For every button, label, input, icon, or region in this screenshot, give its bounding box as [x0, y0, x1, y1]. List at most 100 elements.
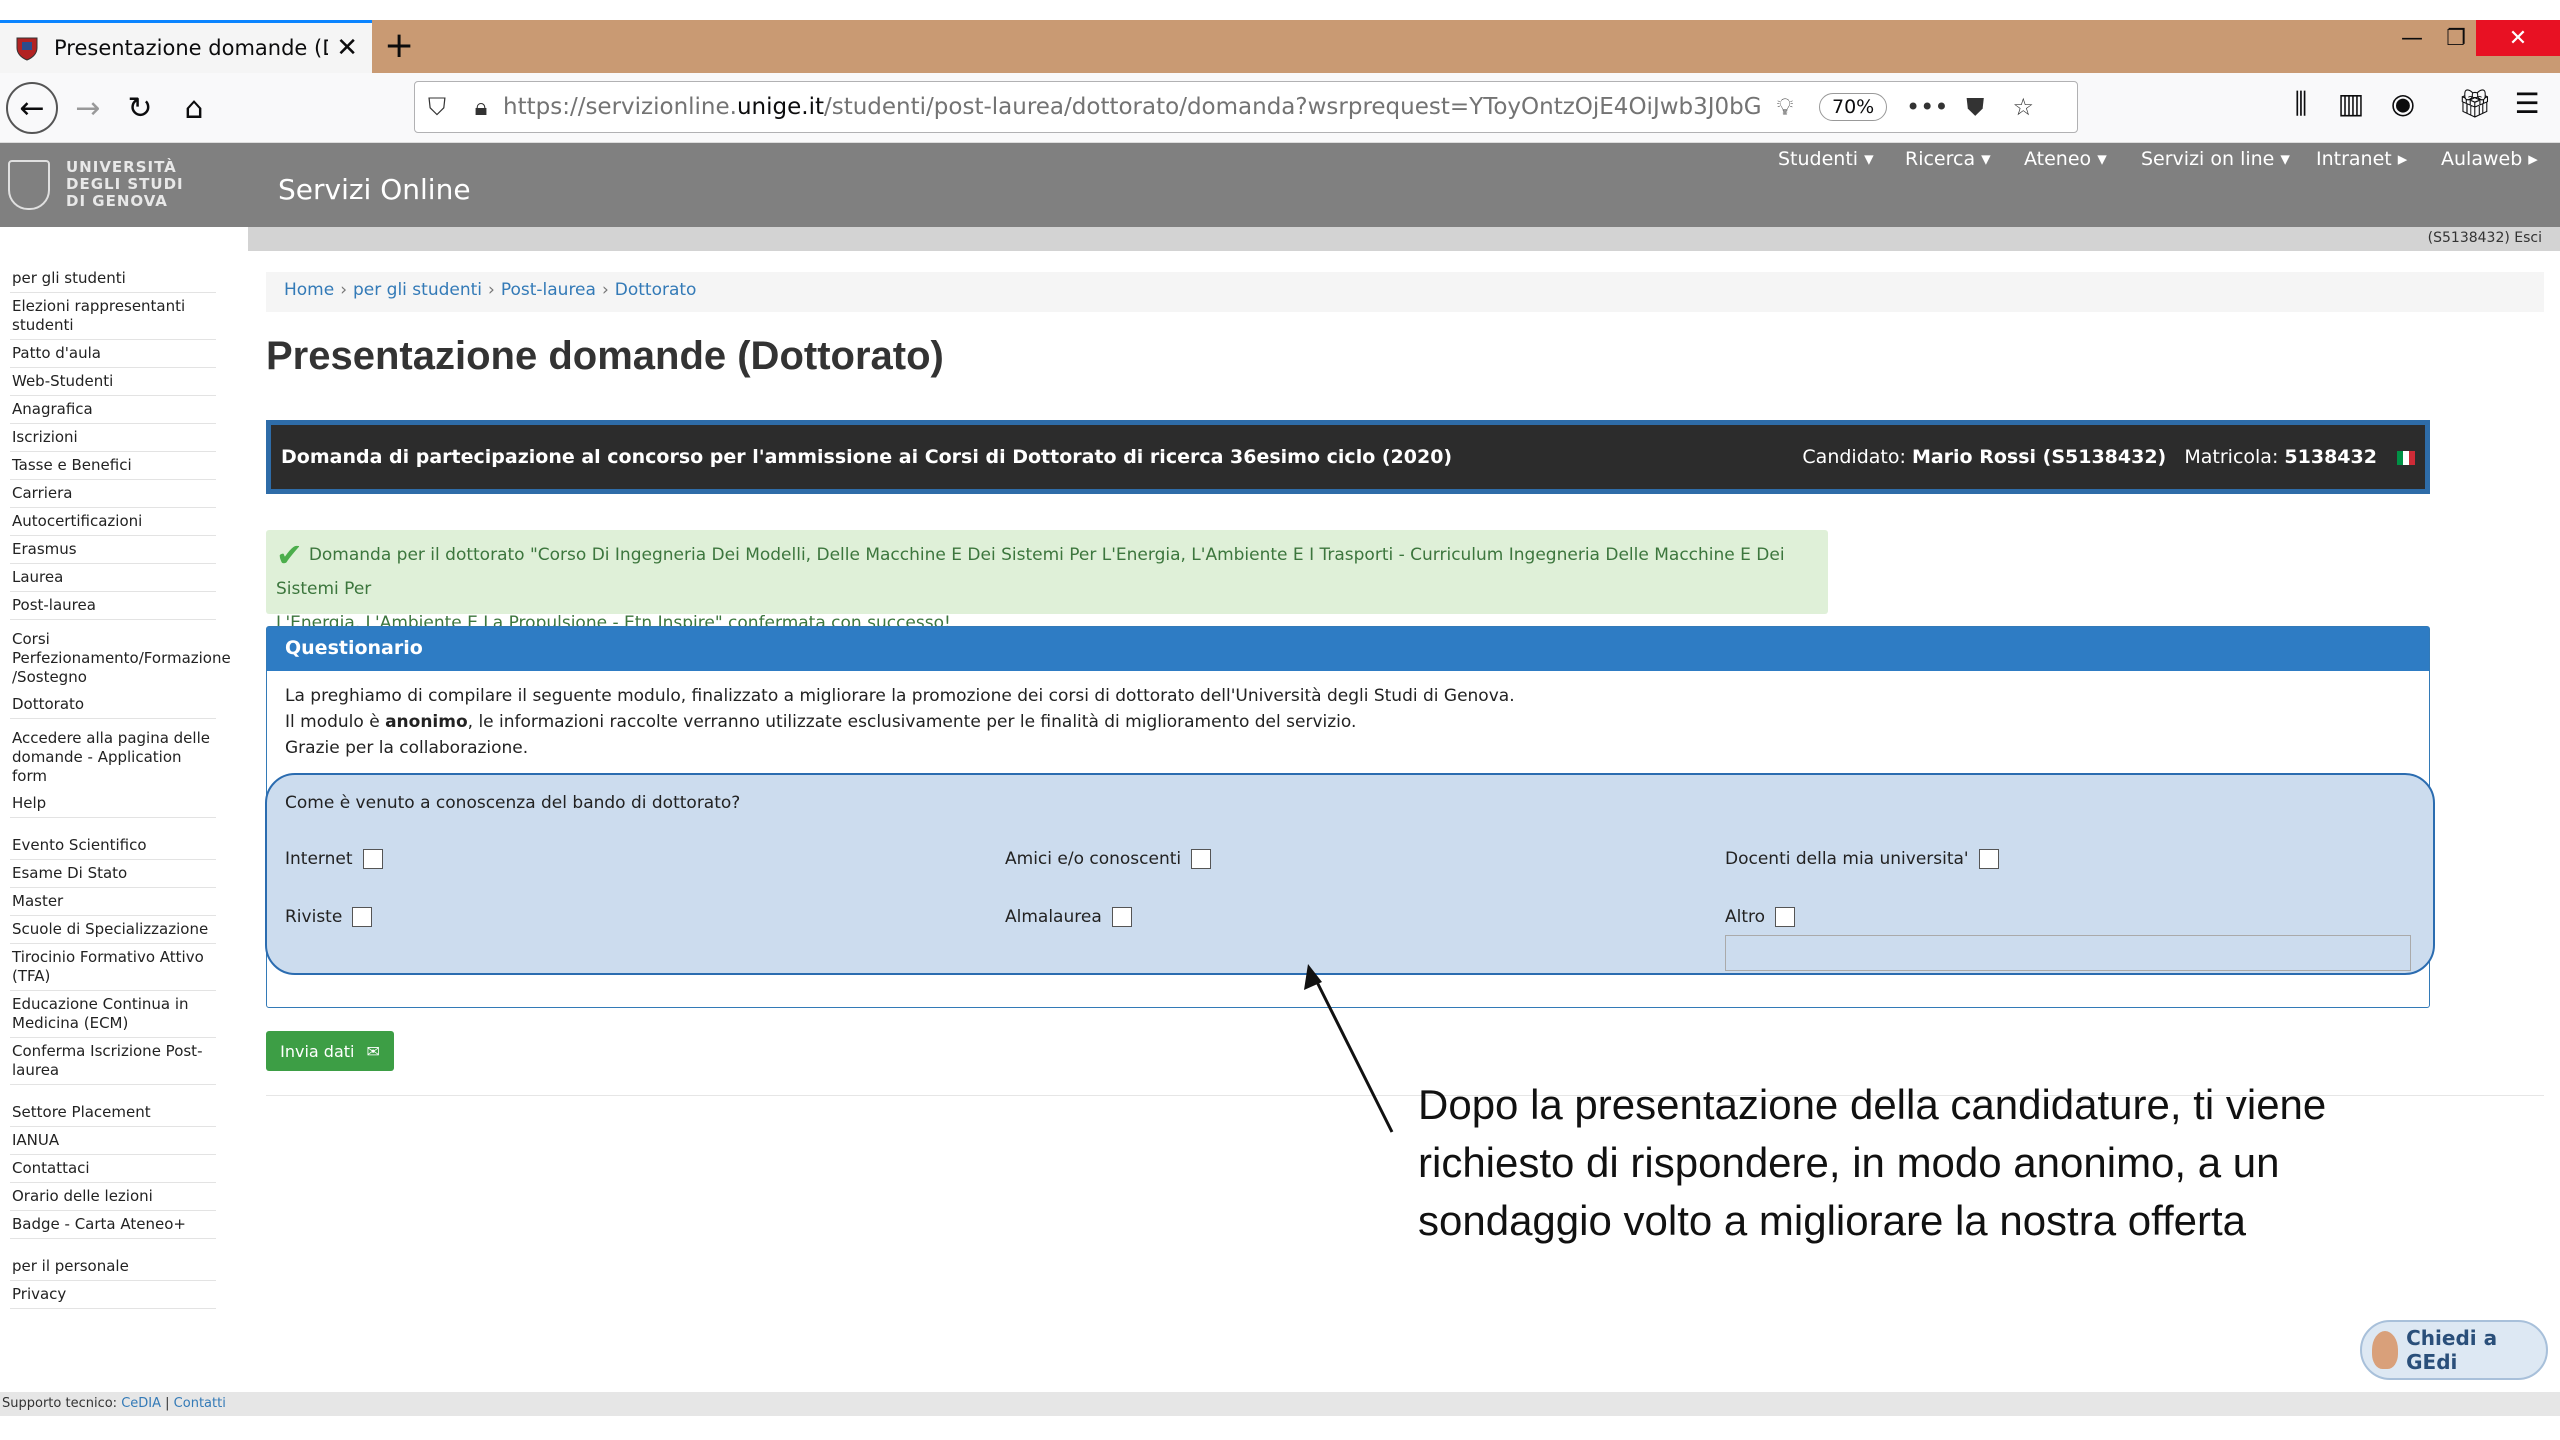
url-text[interactable]: https://servizionline.unige.it/studenti/… [503, 94, 1761, 120]
chat-assistant-button[interactable]: Chiedi a GEdi [2360, 1320, 2548, 1380]
question-text: Come è venuto a conoscenza del bando di … [285, 793, 741, 813]
browser-tab[interactable]: Presentazione domande (Dottorato) ✕ [0, 20, 372, 73]
lock-icon[interactable]: 🔒︎ [459, 93, 503, 121]
italian-flag-icon[interactable] [2397, 450, 2415, 465]
sidebar-item-application-form[interactable]: Accedere alla pagina delle domande - App… [10, 725, 216, 790]
breadcrumb-post-laurea[interactable]: Post-laurea [501, 280, 596, 300]
menu-ricerca[interactable]: Ricerca ▾ [1905, 148, 1991, 170]
sidebar-item-conferma-iscrizione[interactable]: Conferma Iscrizione Post-laurea [10, 1038, 216, 1085]
university-logo[interactable]: UNIVERSITÀ DEGLI STUDI DI GENOVA [8, 159, 184, 210]
menu-intranet[interactable]: Intranet ▸ [2316, 148, 2407, 170]
logo-line-2: DEGLI STUDI [66, 175, 184, 193]
sidebar-item-evento-scientifico[interactable]: Evento Scientifico [10, 832, 216, 860]
option-riviste[interactable]: Riviste [285, 907, 373, 927]
menu-aulaweb[interactable]: Aulaweb ▸ [2441, 148, 2538, 170]
footer-link-cedia[interactable]: CeDIA [121, 1396, 161, 1411]
new-tab-icon[interactable]: + [384, 26, 414, 66]
sidebar-item-orario-lezioni[interactable]: Orario delle lezioni [10, 1183, 216, 1211]
browser-navbar: ← → ↻ ⌂ ⛉ 🔒︎ https://servizionline.unige… [0, 73, 2560, 143]
checkbox-amici[interactable] [1191, 849, 1212, 869]
sidebar-item-iscrizioni[interactable]: Iscrizioni [10, 424, 216, 452]
checkbox-almalaurea[interactable] [1111, 907, 1132, 927]
questionnaire-panel: Questionario La preghiamo di compilare i… [265, 626, 2435, 1008]
sidebar-item-scuole-specializzazione[interactable]: Scuole di Specializzazione [10, 916, 216, 944]
user-bar: (S5138432) Esci [248, 227, 2560, 251]
checkmark-icon: ✔ [276, 536, 303, 574]
sidebar-item-dottorato[interactable]: Dottorato [10, 691, 216, 719]
sidebar-item-elezioni[interactable]: Elezioni rappresentanti studenti [10, 293, 216, 340]
logout-link[interactable]: (S5138432) Esci [2428, 230, 2542, 246]
breadcrumb-per-gli-studenti[interactable]: per gli studenti [353, 280, 482, 300]
sidebar-item-patto-aula[interactable]: Patto d'aula [10, 340, 216, 368]
back-arrow-icon[interactable]: ← [6, 82, 58, 134]
sidebar-item-tfa[interactable]: Tirocinio Formativo Attivo (TFA) [10, 944, 216, 991]
menu-servizi-online[interactable]: Servizi on line ▾ [2141, 148, 2290, 170]
unige-favicon-icon [16, 37, 38, 61]
hamburger-menu-icon[interactable]: ☰ [2506, 87, 2548, 120]
sidebar-item-help[interactable]: Help [10, 790, 216, 818]
option-almalaurea[interactable]: Almalaurea [1005, 907, 1132, 927]
matricola-value: 5138432 [2284, 446, 2377, 468]
checkbox-internet[interactable] [362, 849, 383, 869]
breadcrumb-home[interactable]: Home [284, 280, 334, 300]
window-close-icon[interactable]: ✕ [2476, 20, 2560, 56]
sidebar-item-esame-di-stato[interactable]: Esame Di Stato [10, 860, 216, 888]
altro-text-field[interactable] [1725, 935, 2411, 971]
window-minimize-icon[interactable]: — [2392, 20, 2432, 56]
checkbox-altro[interactable] [1775, 907, 1796, 927]
more-actions-icon[interactable]: ••• [1903, 93, 1951, 121]
site-title[interactable]: Servizi Online [278, 173, 471, 206]
home-icon[interactable]: ⌂ [168, 82, 220, 134]
sidebar-item-ianua[interactable]: IANUA [10, 1127, 216, 1155]
annotation-text: Dopo la presentazione della candidature,… [1418, 1081, 2327, 1244]
lightbulb-icon[interactable]: 💡︎ [1761, 93, 1809, 121]
checkbox-riviste[interactable] [352, 907, 373, 927]
candidate-name: Mario Rossi (S5138432) [1911, 446, 2167, 468]
tab-close-icon[interactable]: ✕ [336, 33, 358, 63]
zoom-level-badge[interactable]: 70% [1819, 93, 1888, 121]
url-bar[interactable]: ⛉ 🔒︎ https://servizionline.unige.it/stud… [414, 81, 2078, 133]
checkbox-docenti[interactable] [1978, 849, 1999, 869]
account-icon[interactable]: ◉ [2382, 87, 2424, 120]
window-restore-icon[interactable]: ❐ [2436, 20, 2476, 56]
sidebar-item-settore-placement[interactable]: Settore Placement [10, 1099, 216, 1127]
university-seal-icon [8, 159, 50, 210]
menu-studenti[interactable]: Studenti ▾ [1778, 148, 1874, 170]
shield-icon[interactable]: ⛉ [415, 93, 459, 121]
bookmark-star-icon[interactable]: ☆ [1999, 93, 2047, 121]
sidebar-icon[interactable]: ▥ [2330, 87, 2372, 120]
reload-icon[interactable]: ↻ [114, 82, 166, 134]
sidebar-item-tasse[interactable]: Tasse e Benefici [10, 452, 216, 480]
option-amici[interactable]: Amici e/o conoscenti [1005, 849, 1212, 869]
sidebar-item-ecm[interactable]: Educazione Continua in Medicina (ECM) [10, 991, 216, 1038]
sidebar-item-anagrafica[interactable]: Anagrafica [10, 396, 216, 424]
sidebar-item-contattaci[interactable]: Contattaci [10, 1155, 216, 1183]
intro-line-1: La preghiamo di compilare il seguente mo… [285, 686, 1515, 706]
sidebar-item-per-il-personale[interactable]: per il personale [10, 1253, 216, 1281]
option-altro[interactable]: Altro [1725, 907, 1796, 927]
sidebar-item-web-studenti[interactable]: Web-Studenti [10, 368, 216, 396]
sidebar-item-autocertificazioni[interactable]: Autocertificazioni [10, 508, 216, 536]
breadcrumb-dottorato[interactable]: Dottorato [615, 280, 697, 300]
matricola-label: Matricola: [2184, 446, 2279, 468]
pocket-icon[interactable]: ⛊ [1951, 93, 1999, 121]
sidebar-item-erasmus[interactable]: Erasmus [10, 536, 216, 564]
sidebar-item-corsi-perfezionamento[interactable]: Corsi Perfezionamento/Formazione /Sosteg… [10, 626, 231, 691]
footer-link-contatti[interactable]: Contatti [174, 1396, 226, 1411]
extensions-gift-icon[interactable]: 🎁︎ [2454, 87, 2496, 120]
application-header-bar: Domanda di partecipazione al concorso pe… [266, 420, 2430, 494]
option-docenti[interactable]: Docenti della mia universita' [1725, 849, 1999, 869]
option-internet[interactable]: Internet [285, 849, 383, 869]
menu-ateneo[interactable]: Ateneo ▾ [2024, 148, 2107, 170]
sidebar-item-privacy[interactable]: Privacy [10, 1281, 216, 1309]
submit-button[interactable]: Invia dati ✉ [266, 1031, 394, 1071]
sidebar-item-post-laurea[interactable]: Post-laurea [10, 592, 216, 620]
sidebar-item-master[interactable]: Master [10, 888, 216, 916]
success-alert: ✔ Domanda per il dottorato "Corso Di Inge… [266, 530, 1828, 633]
sidebar-item-carriera[interactable]: Carriera [10, 480, 216, 508]
library-icon[interactable]: ⫼ [2280, 87, 2322, 121]
sidebar-item-per-gli-studenti[interactable]: per gli studenti [10, 265, 216, 293]
sidebar-item-badge[interactable]: Badge - Carta Ateneo+ [10, 1211, 216, 1239]
sidebar-item-laurea[interactable]: Laurea [10, 564, 216, 592]
forward-arrow-icon[interactable]: → [62, 82, 114, 134]
